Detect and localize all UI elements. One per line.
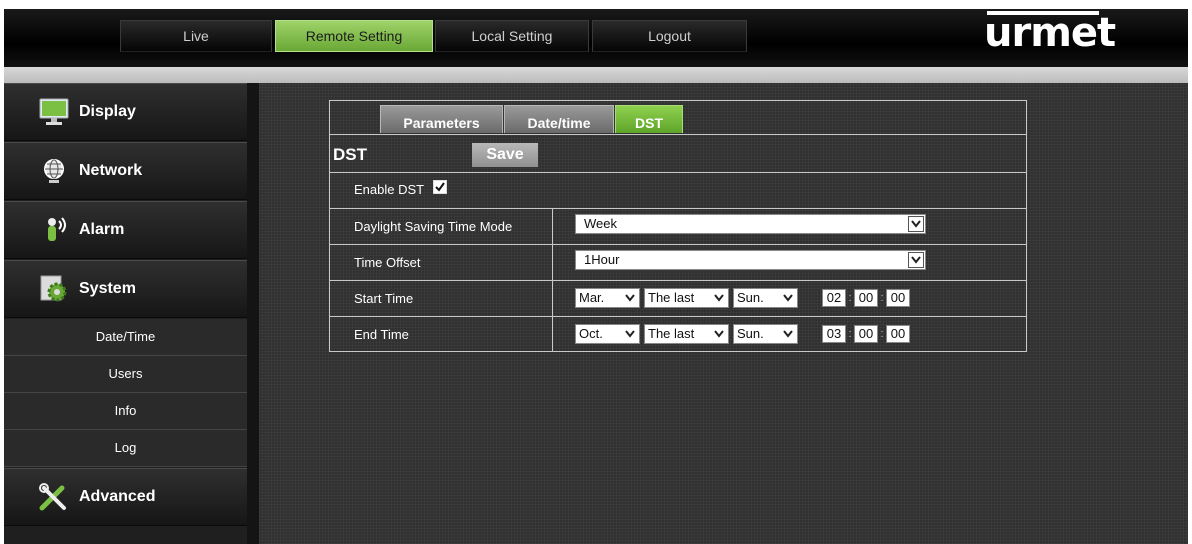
globe-icon: [38, 156, 70, 186]
end-month-value: Oct.: [579, 326, 603, 341]
tab-date-time[interactable]: Date/time: [504, 105, 614, 133]
dst-mode-label: Daylight Saving Time Mode: [354, 219, 513, 234]
time-separator: :: [848, 328, 852, 340]
dst-mode-value: Week: [584, 216, 617, 231]
divider: [330, 316, 1026, 317]
divider: [330, 172, 1026, 173]
divider: [330, 244, 1026, 245]
nav-logout-button[interactable]: Logout: [592, 20, 747, 52]
start-hour-input[interactable]: 02: [822, 289, 846, 307]
start-month-value: Mar.: [579, 290, 605, 305]
start-minute-input[interactable]: 00: [854, 289, 878, 307]
tab-dst[interactable]: DST: [615, 105, 683, 133]
chevron-down-icon: [623, 327, 637, 341]
dst-mode-select[interactable]: Week: [575, 214, 926, 234]
time-offset-value: 1Hour: [584, 252, 620, 267]
nav-remote-setting-button[interactable]: Remote Setting: [275, 20, 433, 52]
sidebar-item-advanced[interactable]: Advanced: [4, 468, 247, 526]
chevron-down-icon: [712, 327, 726, 341]
section-title: DST: [333, 145, 367, 164]
sidebar-item-label: Advanced: [79, 488, 156, 505]
sidebar-subitem-info[interactable]: Info: [4, 393, 247, 430]
divider: [330, 208, 1026, 209]
sidebar-subitem-log[interactable]: Log: [4, 430, 247, 467]
sidebar-item-network[interactable]: Network: [4, 142, 247, 200]
end-week-select[interactable]: The last: [644, 324, 729, 344]
divider: [330, 134, 1026, 135]
end-day-value: Sun.: [737, 326, 764, 341]
start-week-select[interactable]: The last: [644, 288, 729, 308]
end-minute-input[interactable]: 00: [854, 325, 878, 343]
sidebar-edge: [247, 83, 259, 544]
enable-dst-checkbox[interactable]: [433, 180, 447, 194]
end-time-label: End Time: [354, 327, 409, 342]
start-week-value: The last: [648, 290, 695, 305]
header-divider: [4, 67, 1188, 83]
alarm-icon: [38, 215, 70, 245]
dst-settings-panel: Parameters Date/time DST DST Save Enable…: [329, 100, 1027, 352]
main-area: Display Network Alarm System Date/Time U…: [4, 83, 1188, 544]
time-offset-select[interactable]: 1Hour: [575, 250, 926, 270]
time-separator: :: [880, 292, 884, 304]
top-navigation-bar: Live Remote Setting Local Setting Logout…: [4, 9, 1188, 67]
sidebar-item-alarm[interactable]: Alarm: [4, 201, 247, 259]
end-day-select[interactable]: Sun.: [733, 324, 798, 344]
time-separator: :: [848, 292, 852, 304]
start-day-value: Sun.: [737, 290, 764, 305]
chevron-down-icon: [781, 327, 795, 341]
end-hour-input[interactable]: 03: [822, 325, 846, 343]
chevron-down-icon: [781, 291, 795, 305]
chevron-down-icon: [908, 252, 924, 268]
start-day-select[interactable]: Sun.: [733, 288, 798, 308]
start-month-select[interactable]: Mar.: [575, 288, 640, 308]
sidebar: Display Network Alarm System Date/Time U…: [4, 83, 247, 544]
end-week-value: The last: [648, 326, 695, 341]
sidebar-item-system[interactable]: System: [4, 260, 247, 318]
sidebar-item-label: Network: [79, 162, 143, 179]
nav-local-setting-button[interactable]: Local Setting: [435, 20, 589, 52]
time-offset-label: Time Offset: [354, 255, 421, 270]
tools-icon: [38, 482, 70, 512]
sidebar-item-label: Alarm: [79, 221, 125, 238]
sidebar-item-label: System: [79, 280, 136, 297]
start-second-input[interactable]: 00: [886, 289, 910, 307]
nav-live-button[interactable]: Live: [120, 20, 272, 52]
save-button[interactable]: Save: [472, 143, 538, 167]
chevron-down-icon: [623, 291, 637, 305]
tab-parameters[interactable]: Parameters: [380, 105, 503, 133]
gear-icon: [38, 274, 70, 304]
chevron-down-icon: [712, 291, 726, 305]
sidebar-subitem-users[interactable]: Users: [4, 356, 247, 393]
time-separator: :: [880, 328, 884, 340]
enable-dst-label: Enable DST: [354, 182, 425, 197]
chevron-down-icon: [908, 216, 924, 232]
divider: [330, 280, 1026, 281]
sidebar-item-label: Display: [79, 103, 136, 120]
end-second-input[interactable]: 00: [886, 325, 910, 343]
sidebar-item-display[interactable]: Display: [4, 83, 247, 141]
monitor-icon: [38, 97, 70, 127]
urmet-logo: urmet: [984, 10, 1116, 56]
end-month-select[interactable]: Oct.: [575, 324, 640, 344]
sidebar-subitem-date-time[interactable]: Date/Time: [4, 319, 247, 356]
start-time-label: Start Time: [354, 291, 414, 306]
